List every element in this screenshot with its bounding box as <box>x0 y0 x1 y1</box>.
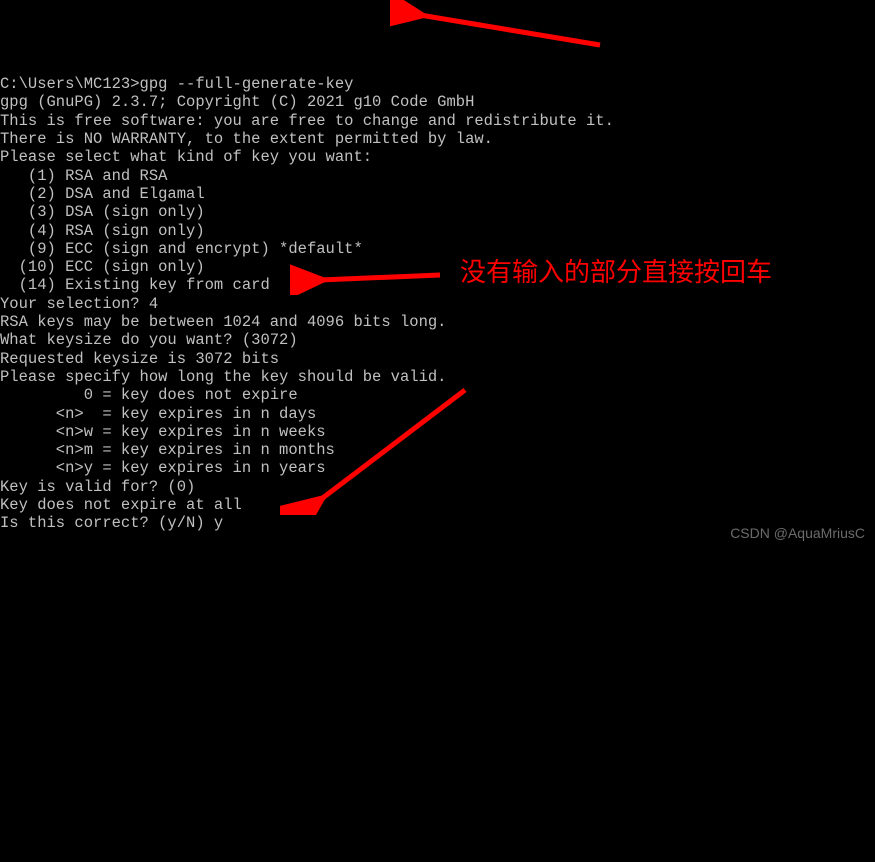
terminal-line: Requested keysize is 3072 bits <box>0 350 875 368</box>
terminal-line: (9) ECC (sign and encrypt) *default* <box>0 240 875 258</box>
terminal-line: Please select what kind of key you want: <box>0 148 875 166</box>
terminal-line: (2) DSA and Elgamal <box>0 185 875 203</box>
terminal-line: Key does not expire at all <box>0 496 875 514</box>
terminal-prompt-line: C:\Users\MC123>gpg --full-generate-key <box>0 75 875 93</box>
annotation-arrow-top <box>390 0 610 55</box>
terminal-line: <n>y = key expires in n years <box>0 459 875 477</box>
terminal-line: Key is valid for? (0) <box>0 478 875 496</box>
terminal-line: gpg (GnuPG) 2.3.7; Copyright (C) 2021 g1… <box>0 93 875 111</box>
terminal-line: <n>m = key expires in n months <box>0 441 875 459</box>
terminal-line: RSA keys may be between 1024 and 4096 bi… <box>0 313 875 331</box>
terminal-line: 0 = key does not expire <box>0 386 875 404</box>
terminal-line: There is NO WARRANTY, to the extent perm… <box>0 130 875 148</box>
terminal-line: Your selection? 4 <box>0 295 875 313</box>
terminal-line: (4) RSA (sign only) <box>0 222 875 240</box>
watermark-text: CSDN @AquaMriusC <box>730 524 865 542</box>
terminal-line: What keysize do you want? (3072) <box>0 331 875 349</box>
terminal-line: <n>w = key expires in n weeks <box>0 423 875 441</box>
terminal-line: (3) DSA (sign only) <box>0 203 875 221</box>
terminal-line: This is free software: you are free to c… <box>0 112 875 130</box>
terminal-line: Please specify how long the key should b… <box>0 368 875 386</box>
terminal-output: C:\Users\MC123>gpg --full-generate-keygp… <box>0 75 875 532</box>
annotation-label: 没有输入的部分直接按回车 <box>460 263 772 281</box>
terminal-line: <n> = key expires in n days <box>0 405 875 423</box>
terminal-line: (1) RSA and RSA <box>0 167 875 185</box>
